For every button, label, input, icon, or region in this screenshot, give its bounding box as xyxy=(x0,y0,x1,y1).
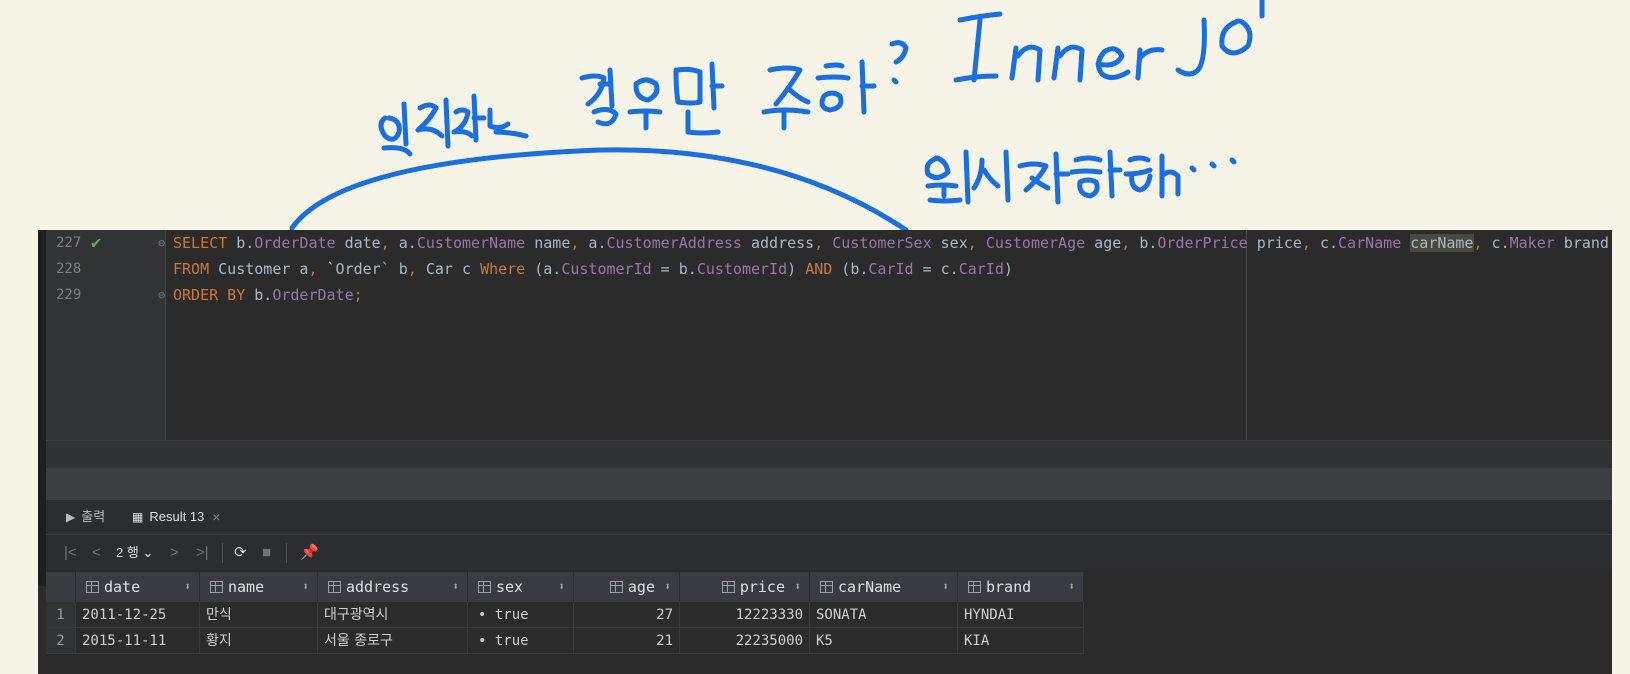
column-icon xyxy=(820,581,833,593)
sort-icon[interactable]: ⬍ xyxy=(794,572,801,602)
line-number: 227 xyxy=(56,235,82,251)
column-header-carname[interactable]: carName ⬍ xyxy=(810,572,958,602)
line-number: 229 xyxy=(56,287,82,303)
cell-name[interactable]: 황지 xyxy=(200,628,318,654)
code-line[interactable]: 229 ⊖ ORDER BY b.OrderDate; xyxy=(46,282,1612,308)
column-icon xyxy=(210,581,223,593)
cell-age[interactable]: 21 xyxy=(574,628,680,654)
editor-bottom-area xyxy=(46,440,1612,469)
chevron-down-icon: ⌄ xyxy=(142,545,154,560)
code-text: SELECT b.OrderDate date, a.CustomerName … xyxy=(173,234,1609,252)
cell-address[interactable]: 대구광역시 xyxy=(318,602,468,628)
stop-icon[interactable]: ■ xyxy=(262,535,271,571)
column-header-date[interactable]: date ⬍ xyxy=(76,572,200,602)
column-icon xyxy=(328,581,341,593)
column-header-price[interactable]: price ⬍ xyxy=(680,572,810,602)
prev-page-icon[interactable]: < xyxy=(92,535,101,571)
toolbar-divider xyxy=(222,543,223,563)
cell-carname[interactable]: K5 xyxy=(810,628,958,654)
row-number: 1 xyxy=(46,602,76,628)
window-edge xyxy=(38,230,46,586)
fold-icon[interactable]: ⊖ xyxy=(158,282,165,308)
last-page-icon[interactable]: >| xyxy=(196,535,209,571)
line-number: 228 xyxy=(56,261,82,277)
panel-divider[interactable] xyxy=(46,468,1612,500)
cell-price[interactable]: 12223330 xyxy=(680,602,810,628)
results-tab-bar: ▶ 출력 ▦ Result 13 × xyxy=(46,500,1612,536)
rows-count-select[interactable]: 2 행 ⌄ xyxy=(116,535,153,571)
cell-carname[interactable]: SONATA xyxy=(810,602,958,628)
column-icon xyxy=(86,581,99,593)
sort-icon[interactable]: ⬍ xyxy=(1068,572,1075,602)
cell-address[interactable]: 서울 종로구 xyxy=(318,628,468,654)
column-header-age[interactable]: age ⬍ xyxy=(574,572,680,602)
cell-date[interactable]: 2015-11-11 xyxy=(76,628,200,654)
close-icon[interactable]: × xyxy=(212,500,220,534)
sort-icon[interactable]: ⬍ xyxy=(664,572,671,602)
row-number-header xyxy=(46,572,76,602)
results-grid[interactable]: date ⬍ name ⬍ address ⬍ sex ⬍ age ⬍ price ⬍ ca… xyxy=(46,570,1612,674)
sort-icon[interactable]: ⬍ xyxy=(302,572,309,602)
tab-result-13[interactable]: ▦ Result 13 × xyxy=(132,500,221,536)
column-icon xyxy=(968,581,981,593)
cell-sex[interactable]: • true xyxy=(468,628,574,654)
toolbar-divider xyxy=(286,543,287,563)
next-page-icon[interactable]: > xyxy=(170,535,179,571)
code-text: ORDER BY b.OrderDate; xyxy=(173,286,363,304)
output-icon: ▶ xyxy=(66,510,76,524)
fold-icon[interactable]: ⊖ xyxy=(158,230,165,256)
code-line[interactable]: 228 FROM Customer a, `Order` b, Car c Whe… xyxy=(46,256,1612,282)
column-header-sex[interactable]: sex ⬍ xyxy=(468,572,574,602)
column-header-address[interactable]: address ⬍ xyxy=(318,572,468,602)
cell-age[interactable]: 27 xyxy=(574,602,680,628)
sort-icon[interactable]: ⬍ xyxy=(184,572,191,602)
code-text: FROM Customer a, `Order` b, Car c Where … xyxy=(173,260,1013,278)
row-number: 2 xyxy=(46,628,76,654)
column-icon xyxy=(721,581,735,593)
sort-icon[interactable]: ⬍ xyxy=(942,572,949,602)
column-icon xyxy=(609,581,623,593)
column-header-brand[interactable]: brand ⬍ xyxy=(958,572,1084,602)
results-toolbar: |< < 2 행 ⌄ > >| ⟳ ■ 📌 xyxy=(46,534,1612,571)
column-header-name[interactable]: name ⬍ xyxy=(200,572,318,602)
sort-icon[interactable]: ⬍ xyxy=(558,572,565,602)
table-icon: ▦ xyxy=(132,510,144,524)
cell-sex[interactable]: • true xyxy=(468,602,574,628)
checkmark-icon: ✔ xyxy=(91,233,102,253)
first-page-icon[interactable]: |< xyxy=(64,535,77,571)
code-line[interactable]: 227 ✔ ⊖ SELECT b.OrderDate date, a.Customer… xyxy=(46,230,1612,256)
cell-price[interactable]: 22235000 xyxy=(680,628,810,654)
sql-editor[interactable]: 227 ✔ ⊖ SELECT b.OrderDate date, a.Customer… xyxy=(46,230,1612,440)
cell-name[interactable]: 만식 xyxy=(200,602,318,628)
ide-window: 227 ✔ ⊖ SELECT b.OrderDate date, a.Customer… xyxy=(38,230,1612,674)
cell-date[interactable]: 2011-12-25 xyxy=(76,602,200,628)
tab-output[interactable]: ▶ 출력 xyxy=(66,500,105,534)
sort-icon[interactable]: ⬍ xyxy=(452,572,459,602)
pin-icon[interactable]: 📌 xyxy=(300,535,319,571)
column-icon xyxy=(478,581,491,593)
cell-brand[interactable]: HYNDAI xyxy=(958,602,1084,628)
cell-brand[interactable]: KIA xyxy=(958,628,1084,654)
refresh-icon[interactable]: ⟳ xyxy=(234,535,247,571)
